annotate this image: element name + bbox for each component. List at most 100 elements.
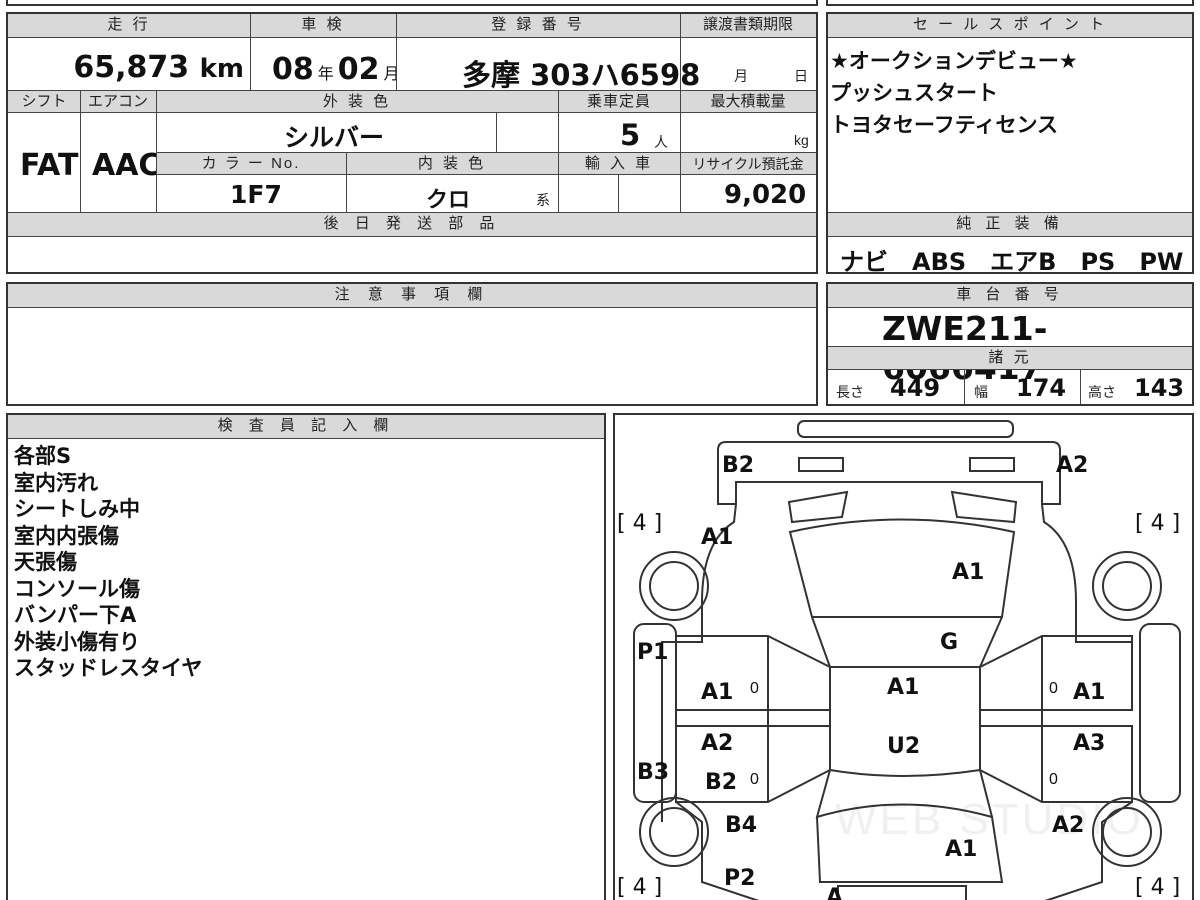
- top-clipped-strip: [6, 0, 818, 6]
- header-exterior-color: 外 装 色: [156, 91, 558, 113]
- tail-lamp-right: [969, 457, 1015, 472]
- left-door-upper: [675, 635, 831, 711]
- vehicle-info-table: 走 行 車 検 登 録 番 号 譲渡書類期限 65,873 km 08 年 02 月 …: [6, 12, 818, 274]
- header-chassis: 車 台 番 号: [828, 284, 1192, 308]
- inspector-notes: 各部S 室内汚れ シートしみ中 室内内張傷 天張傷 コンソール傷 バンパー下A …: [14, 443, 202, 682]
- damage-label: A1: [887, 675, 920, 700]
- right-sill-outline: [1139, 623, 1181, 803]
- watermark: WEB STUDIO: [835, 795, 1144, 844]
- zero-mark: 0: [750, 771, 759, 788]
- damage-label: A3: [1073, 731, 1106, 756]
- year-unit: 年: [317, 64, 334, 83]
- mileage-unit: km: [199, 54, 244, 84]
- damage-label: A: [826, 885, 844, 900]
- sales-point-2: プッシュスタート: [830, 81, 998, 105]
- interior-suffix: 系: [536, 192, 550, 208]
- shift-value: FAT: [20, 148, 79, 183]
- damage-label: A2: [701, 731, 734, 756]
- tire-mark-front-right: [ 4 ]: [1135, 875, 1181, 900]
- damage-label: U2: [887, 734, 921, 759]
- tire-mark-front-left: [ 4 ]: [617, 875, 663, 900]
- header-mileage: 走 行: [8, 14, 250, 38]
- header-registration: 登 録 番 号: [396, 14, 680, 38]
- sales-point-1: ★オークションデビュー★: [830, 49, 1078, 73]
- max-load-unit: kg: [794, 132, 809, 148]
- quarter-glass-right: [950, 490, 1018, 524]
- chassis-box: 車 台 番 号 ZWE211-6066417 諸 元 長さ 449 幅 174 …: [826, 282, 1194, 406]
- quarter-glass-left: [787, 490, 849, 524]
- damage-label: A1: [952, 560, 985, 585]
- roof-outline: [811, 616, 1003, 668]
- inspector-line: 室内内張傷: [14, 523, 119, 548]
- inspection-month: 02: [337, 52, 380, 87]
- aircon-value: AAC: [92, 148, 161, 183]
- width-value: 174: [1016, 374, 1067, 402]
- damage-label: A1: [945, 837, 978, 862]
- capacity-unit: 人: [654, 134, 668, 150]
- header-inspection: 車 検: [250, 14, 396, 38]
- header-recycle: リサイクル預託金: [680, 153, 816, 175]
- damage-label: B4: [725, 813, 758, 838]
- header-shift: シフト: [8, 91, 80, 113]
- inspector-line: バンパー下A: [14, 603, 137, 627]
- header-transfer-deadline: 譲渡書類期限: [680, 14, 816, 38]
- length-label: 長さ: [836, 384, 864, 400]
- header-equipment: 純 正 装 備: [828, 213, 1192, 237]
- height-value: 143: [1134, 374, 1185, 402]
- right-door-upper: [979, 635, 1133, 711]
- header-sales-points: セ ー ル ス ポ イ ン ト: [828, 14, 1192, 38]
- header-inspector: 検 査 員 記 入 欄: [8, 415, 604, 439]
- damage-label: G: [940, 630, 959, 655]
- deadline-day-unit: 日: [794, 68, 808, 84]
- car-diagram-box: WEB STUDIO [ 4 ] [ 4 ] [ 4 ] [ 4 ] B2 A2…: [613, 413, 1194, 900]
- tail-lamp-left: [798, 457, 844, 472]
- body-outline-right: [1041, 503, 1132, 643]
- damage-label: A1: [701, 680, 734, 705]
- inspector-line: スタッドレスタイヤ: [14, 656, 203, 680]
- equipment-list: ナビ ABS エアB PS PW: [840, 248, 1184, 276]
- rear-hatch-outline: [717, 441, 1061, 505]
- notes-box: 注 意 事 項 欄: [6, 282, 818, 406]
- header-max-load: 最大積載量: [680, 91, 816, 113]
- color-no-value: 1F7: [230, 180, 282, 209]
- top-clipped-strip-right: [826, 0, 1194, 6]
- front-grille-outline: [837, 885, 967, 900]
- header-later-parts: 後 日 発 送 部 品: [8, 213, 816, 237]
- header-capacity: 乗車定員: [558, 91, 680, 113]
- tire-mark-rear-left: [ 4 ]: [617, 511, 663, 536]
- inspector-line: コンソール傷: [14, 576, 140, 601]
- capacity-value: 5: [620, 118, 641, 152]
- damage-label: B3: [637, 760, 670, 785]
- inspection-date: 08 年 02 月: [272, 52, 400, 87]
- month-unit: 月: [383, 64, 400, 83]
- damage-label: B2: [722, 453, 755, 478]
- inspector-line: シートしみ中: [14, 497, 140, 521]
- damage-label: A1: [1073, 680, 1106, 705]
- damage-label: P1: [637, 640, 669, 665]
- inspector-line: 天張傷: [14, 550, 77, 574]
- exterior-color-value: シルバー: [284, 123, 385, 152]
- damage-label: A1: [701, 525, 734, 550]
- header-aircon: エアコン: [80, 91, 156, 113]
- header-specs: 諸 元: [828, 346, 1192, 370]
- header-import: 輸 入 車: [558, 153, 680, 175]
- tire-mark-rear-right: [ 4 ]: [1135, 511, 1181, 536]
- sales-point-3: トヨタセーフティセンス: [830, 113, 1059, 137]
- zero-mark: 0: [1049, 771, 1058, 788]
- deadline-month-unit: 月: [734, 68, 748, 84]
- inspector-line: 外装小傷有り: [14, 629, 140, 654]
- registration-number: 多摩 303ハ6598: [462, 58, 701, 92]
- damage-label: A2: [1052, 813, 1085, 838]
- inspector-box: 検 査 員 記 入 欄 各部S 室内汚れ シートしみ中 室内内張傷 天張傷 コン…: [6, 413, 606, 900]
- inspection-year: 08: [272, 52, 314, 87]
- rear-spoiler-outline: [797, 420, 1014, 438]
- interior-color-value: クロ: [426, 188, 471, 213]
- damage-label: P2: [724, 866, 756, 891]
- zero-mark: 0: [750, 680, 759, 697]
- damage-label: B2: [705, 770, 738, 795]
- right-door-lower: [979, 725, 1133, 803]
- inspector-line: 各部S: [14, 444, 72, 468]
- length-value: 449: [890, 374, 941, 402]
- header-color-no: カ ラ ー No.: [156, 153, 346, 175]
- sales-points-box: セ ー ル ス ポ イ ン ト ★オークションデビュー★ プッシュスタート トヨ…: [826, 12, 1194, 276]
